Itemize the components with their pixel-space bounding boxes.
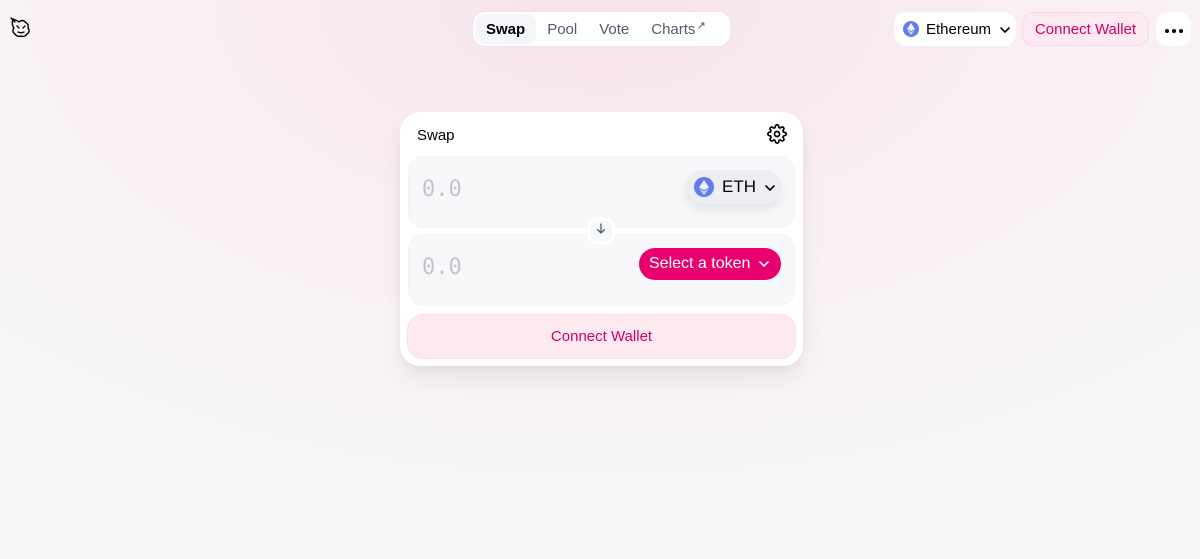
external-link-icon: ↗: [696, 19, 706, 32]
connect-wallet-button[interactable]: Connect Wallet: [1022, 12, 1149, 46]
ethereum-icon: [694, 177, 714, 197]
swap-card: Swap ETH Select a token: [400, 112, 803, 366]
tab-charts[interactable]: Charts ↗: [640, 14, 716, 44]
more-menu-button[interactable]: [1156, 12, 1191, 46]
chevron-down-icon: [764, 177, 776, 197]
swap-input-amount[interactable]: [422, 174, 622, 204]
swap-output-panel: Select a token: [408, 234, 795, 306]
tab-swap[interactable]: Swap: [475, 14, 537, 44]
chevron-down-icon: [758, 255, 770, 273]
tab-vote[interactable]: Vote: [588, 14, 640, 44]
swap-output-amount[interactable]: [422, 252, 622, 282]
network-label: Ethereum: [926, 20, 992, 38]
arrow-down-icon: [595, 222, 607, 240]
swap-connect-wallet-label: Connect Wallet: [550, 328, 653, 345]
connect-wallet-label: Connect Wallet: [1034, 20, 1137, 38]
swap-connect-wallet-button[interactable]: Connect Wallet: [407, 314, 796, 359]
unicorn-logo-icon[interactable]: [9, 16, 33, 40]
switch-tokens-button[interactable]: [587, 218, 615, 244]
tab-pool[interactable]: Pool: [536, 14, 588, 44]
input-token-selector[interactable]: ETH: [686, 170, 781, 204]
tab-pool-label: Pool: [547, 20, 578, 38]
input-token-symbol: ETH: [722, 177, 756, 196]
more-horizontal-icon: [1164, 20, 1183, 38]
select-token-label: Select a token: [649, 255, 751, 272]
tab-swap-label: Swap: [486, 20, 526, 38]
swap-card-title: Swap: [417, 127, 455, 144]
ethereum-icon: [903, 21, 919, 37]
select-token-button[interactable]: Select a token: [639, 248, 781, 280]
chevron-down-icon: [999, 21, 1011, 38]
tab-charts-label: Charts: [651, 20, 696, 38]
gear-icon[interactable]: [767, 124, 787, 144]
network-selector[interactable]: Ethereum: [894, 12, 1016, 46]
tab-vote-label: Vote: [599, 20, 630, 38]
nav-tabs: Swap Pool Vote Charts ↗: [473, 12, 730, 46]
